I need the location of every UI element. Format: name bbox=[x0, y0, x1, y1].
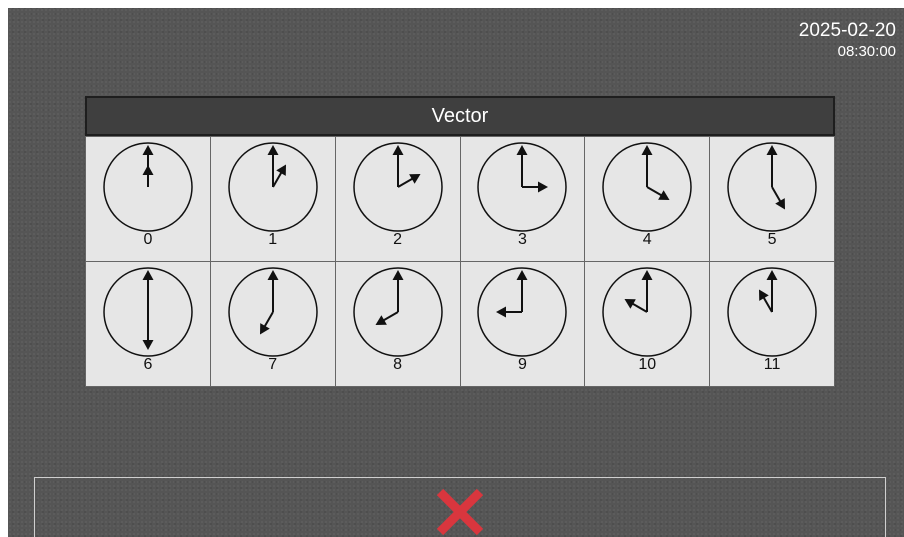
vector-option-label: 7 bbox=[268, 356, 278, 373]
vector-option-label: 4 bbox=[642, 231, 652, 248]
clock-dial-icon bbox=[227, 267, 318, 357]
vector-option-label: 5 bbox=[767, 231, 777, 248]
panel-title: Vector bbox=[85, 96, 835, 136]
clock-dial-icon bbox=[103, 267, 193, 357]
time-text: 08:30:00 bbox=[837, 43, 896, 60]
vector-option-label: 0 bbox=[143, 231, 153, 248]
clock-dial-icon bbox=[227, 142, 318, 232]
date-text: 2025-02-20 bbox=[798, 20, 896, 41]
vector-option-6[interactable]: 6 bbox=[86, 262, 211, 387]
clock-dial-icon bbox=[727, 142, 817, 232]
vector-option-label: 6 bbox=[143, 356, 153, 373]
vector-option-7[interactable]: 7 bbox=[210, 262, 336, 387]
clock-dial-icon bbox=[602, 142, 692, 232]
vector-option-2[interactable]: 2 bbox=[335, 137, 461, 262]
vector-option-0[interactable]: 0 bbox=[86, 137, 211, 262]
vector-option-label: 3 bbox=[517, 231, 527, 248]
vector-option-9[interactable]: 9 bbox=[460, 262, 586, 387]
clock-dial-icon bbox=[602, 267, 692, 357]
clock-dial-icon bbox=[352, 142, 443, 232]
vector-option-5[interactable]: 5 bbox=[710, 137, 835, 262]
datetime-readout: 2025-02-20 08:30:00 bbox=[799, 20, 896, 61]
vector-option-label: 10 bbox=[638, 356, 657, 373]
vector-option-label: 2 bbox=[393, 231, 403, 248]
vector-option-label: 1 bbox=[268, 231, 278, 248]
clock-dial-icon bbox=[477, 267, 568, 357]
vector-option-4[interactable]: 4 bbox=[585, 137, 711, 262]
clock-dial-icon bbox=[352, 267, 443, 357]
hmi-screen: 2025-02-20 08:30:00 Vector 0 1 2 3 4 5 6 7 8 9 10 1… bbox=[8, 8, 904, 537]
vector-option-3[interactable]: 3 bbox=[460, 137, 586, 262]
vector-option-label: 8 bbox=[393, 356, 403, 373]
vector-option-label: 9 bbox=[517, 356, 527, 373]
close-icon bbox=[436, 488, 484, 536]
clock-dial-icon bbox=[727, 267, 817, 357]
cancel-button[interactable] bbox=[34, 477, 886, 537]
vector-grid: 0 1 2 3 4 5 6 7 8 9 10 11 bbox=[85, 136, 835, 387]
vector-option-11[interactable]: 11 bbox=[710, 262, 835, 387]
clock-dial-icon bbox=[103, 142, 193, 232]
vector-option-10[interactable]: 10 bbox=[585, 262, 711, 387]
vector-option-label: 11 bbox=[763, 356, 781, 373]
vector-group-panel: Vector 0 1 2 3 4 5 6 7 8 9 10 11 bbox=[85, 96, 835, 387]
vector-option-8[interactable]: 8 bbox=[335, 262, 461, 387]
vector-option-1[interactable]: 1 bbox=[210, 137, 336, 262]
clock-dial-icon bbox=[477, 142, 568, 232]
